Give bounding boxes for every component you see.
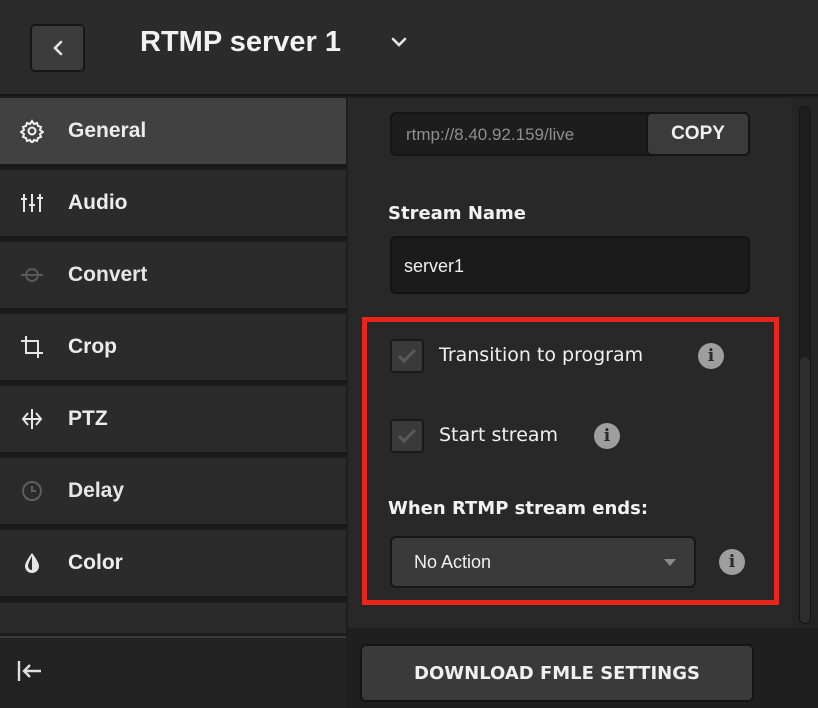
sidebar-item-label: Color: [68, 551, 123, 574]
sidebar-item-label: Delay: [68, 479, 125, 502]
sidebar-item-crop[interactable]: Crop: [0, 314, 346, 383]
checkmark-icon: [397, 428, 417, 444]
sidebar-item-label: Audio: [68, 191, 128, 214]
transition-label: Transition to program: [439, 344, 644, 366]
gear-icon: [20, 119, 44, 143]
download-fmle-settings-button[interactable]: DOWNLOAD FMLE SETTINGS: [360, 644, 754, 702]
collapse-left-icon: [17, 661, 41, 681]
stream-ends-label: When RTMP stream ends:: [388, 498, 649, 519]
ptz-icon: [20, 407, 44, 431]
stream-name-input[interactable]: server1: [390, 236, 750, 294]
transition-checkbox[interactable]: [390, 339, 424, 373]
chevron-left-icon: [52, 40, 62, 56]
scrollbar[interactable]: [791, 98, 818, 628]
scrollbar-thumb[interactable]: [800, 357, 810, 623]
clock-icon: [20, 479, 44, 503]
stream-name-value: server1: [404, 256, 465, 276]
stream-name-label: Stream Name: [388, 203, 526, 224]
rtmp-url-value: rtmp://8.40.92.159/live: [406, 125, 575, 144]
header-bar: RTMP server 1: [0, 0, 818, 96]
sidebar-item-label: General: [68, 119, 147, 142]
sidebar-item-ptz[interactable]: PTZ: [0, 386, 346, 455]
stream-ends-select[interactable]: No Action: [390, 536, 696, 588]
info-icon[interactable]: i: [698, 343, 724, 369]
checkmark-icon: [397, 348, 417, 364]
sidebar-item-delay[interactable]: Delay: [0, 458, 346, 527]
convert-icon: [20, 263, 44, 287]
scrollbar-track: [799, 106, 811, 624]
copy-button[interactable]: COPY: [646, 112, 750, 156]
sidebar-item-general[interactable]: General: [0, 98, 346, 167]
sidebar: General Audio Convert Crop PTZ Delay Col…: [0, 98, 346, 708]
sidebar-item-color[interactable]: Color: [0, 530, 346, 599]
footer-bar: DOWNLOAD FMLE SETTINGS: [348, 628, 818, 708]
settings-panel: rtmp://8.40.92.159/live COPY Stream Name…: [348, 98, 791, 628]
start-stream-label: Start stream: [439, 424, 559, 446]
info-icon[interactable]: i: [719, 549, 745, 575]
start-stream-checkbox[interactable]: [390, 419, 424, 453]
sliders-icon: [20, 191, 44, 215]
dropdown-arrow-icon: [664, 559, 676, 566]
sidebar-item-convert[interactable]: Convert: [0, 242, 346, 311]
stream-ends-value: No Action: [414, 552, 492, 572]
crop-icon: [20, 335, 44, 359]
sidebar-item-label: Crop: [68, 335, 117, 358]
sidebar-spacer: [0, 603, 346, 633]
sidebar-item-label: Convert: [68, 263, 148, 286]
chevron-down-icon[interactable]: [388, 34, 410, 50]
sidebar-item-audio[interactable]: Audio: [0, 170, 346, 239]
back-button[interactable]: [30, 24, 85, 72]
page-title[interactable]: RTMP server 1: [140, 26, 341, 59]
info-icon[interactable]: i: [594, 423, 620, 449]
sidebar-item-label: PTZ: [68, 407, 108, 430]
collapse-sidebar-button[interactable]: [0, 636, 346, 708]
droplet-icon: [20, 551, 44, 575]
rtmp-url-field[interactable]: rtmp://8.40.92.159/live COPY: [390, 112, 750, 156]
